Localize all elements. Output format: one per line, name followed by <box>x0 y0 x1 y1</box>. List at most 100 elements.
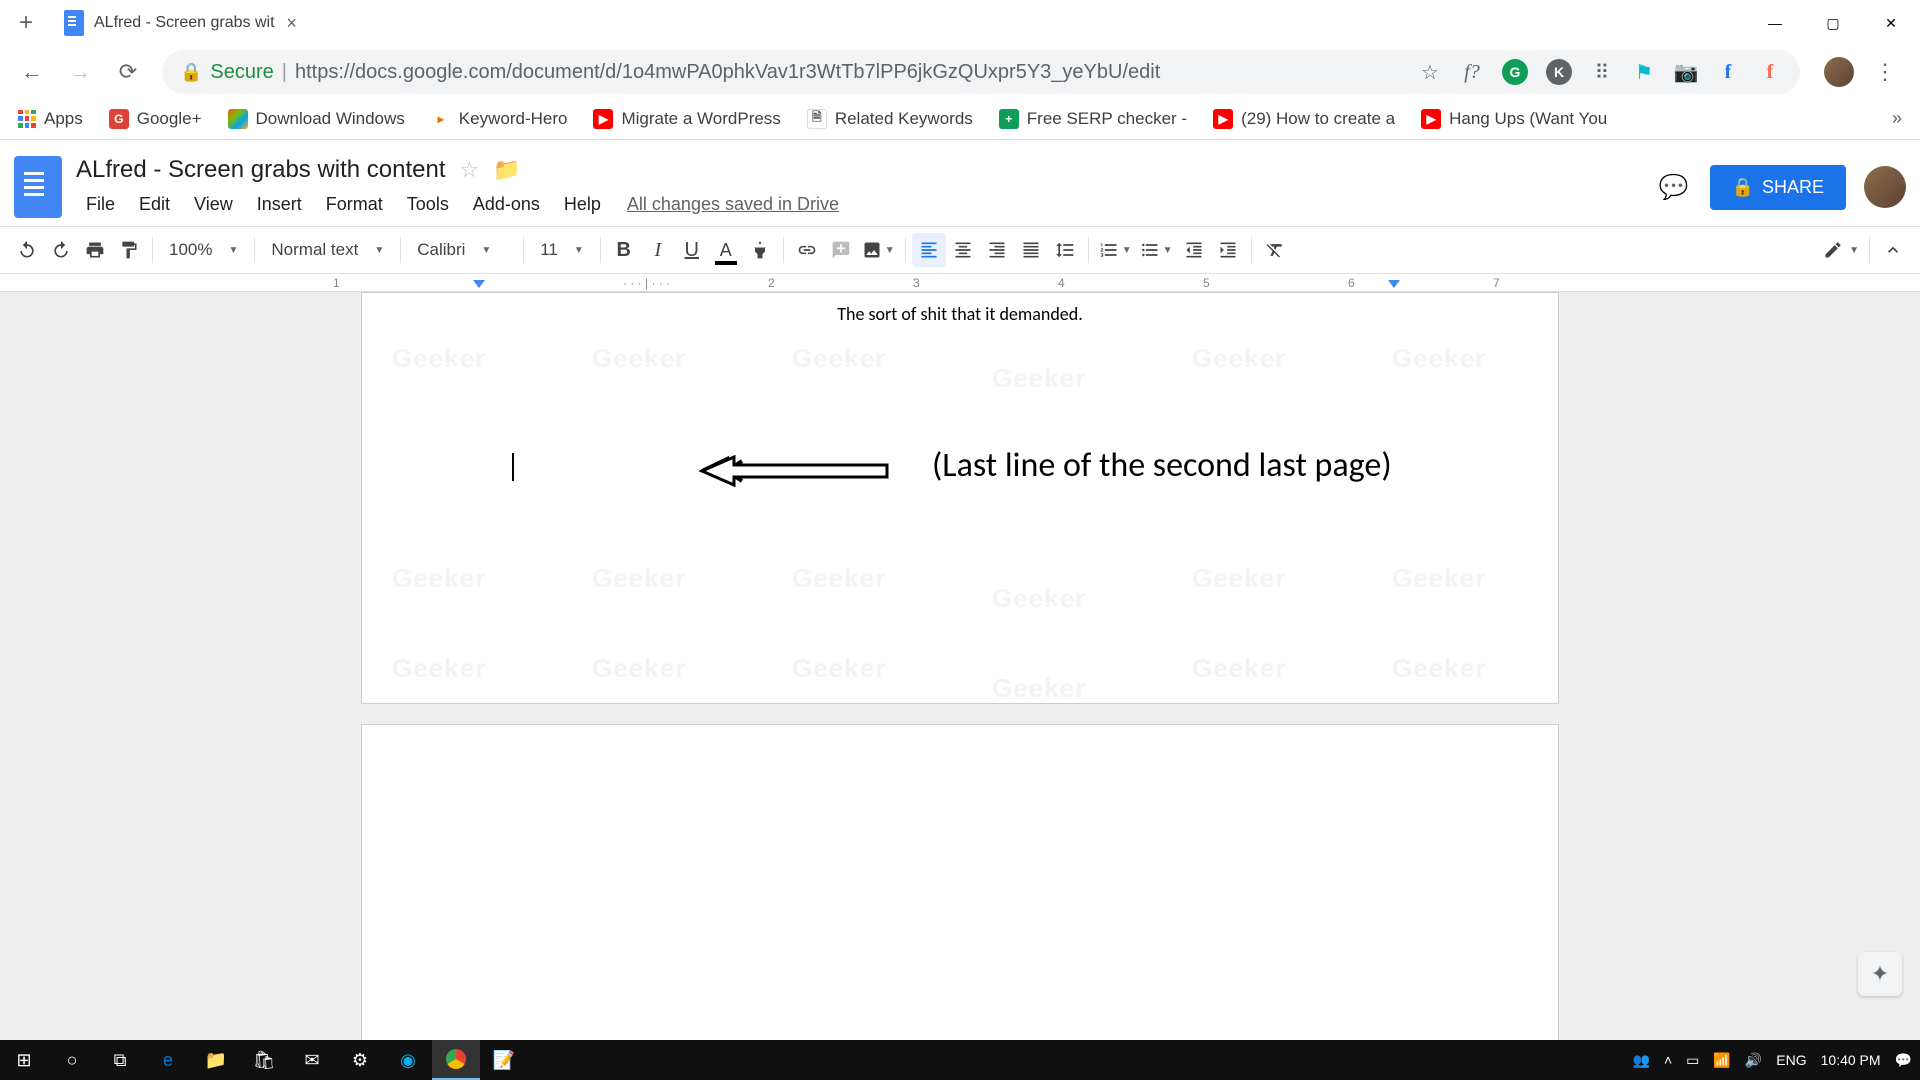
highlight-button[interactable] <box>743 233 777 267</box>
store-button[interactable]: 🛍 <box>240 1040 288 1080</box>
camera-icon[interactable]: 📷 <box>1674 60 1698 84</box>
bold-button[interactable]: B <box>607 233 641 267</box>
clock[interactable]: 10:40 PM <box>1821 1052 1881 1068</box>
user-avatar[interactable] <box>1864 166 1906 208</box>
bookmark-star-icon[interactable]: ☆ <box>1418 60 1442 84</box>
menu-tools[interactable]: Tools <box>397 190 459 219</box>
style-select[interactable]: Normal text▼ <box>261 233 394 267</box>
horizontal-ruler[interactable]: 1 · · · | · · · 2 3 4 5 6 7 <box>0 274 1920 292</box>
document-canvas[interactable]: Geeker Geeker Geeker Geeker Geeker Geeke… <box>0 292 1920 1044</box>
cortana-button[interactable]: ○ <box>48 1040 96 1080</box>
address-bar[interactable]: 🔒 Secure | https://docs.google.com/docum… <box>162 50 1800 94</box>
close-window-button[interactable]: ✕ <box>1862 3 1920 43</box>
save-status[interactable]: All changes saved in Drive <box>627 194 839 215</box>
reload-button[interactable]: ⟳ <box>108 52 148 92</box>
document-page[interactable]: Geeker Geeker Geeker Geeker Geeker Geeke… <box>361 292 1559 704</box>
insert-comment-button[interactable] <box>824 233 858 267</box>
grammarly-icon[interactable]: G <box>1502 59 1528 85</box>
skype-button[interactable]: ◉ <box>384 1040 432 1080</box>
facebook-icon[interactable]: f <box>1716 60 1740 84</box>
chrome-menu-icon[interactable]: ⋮ <box>1874 59 1896 85</box>
menu-view[interactable]: View <box>184 190 243 219</box>
align-justify-button[interactable] <box>1014 233 1048 267</box>
star-icon[interactable]: ☆ <box>460 157 480 183</box>
left-indent-marker[interactable] <box>473 280 485 288</box>
new-tab-button[interactable]: + <box>8 5 44 41</box>
browser-tab[interactable]: ALfred - Screen grabs wit × <box>52 3 309 43</box>
forward-button[interactable]: → <box>60 52 100 92</box>
align-center-button[interactable] <box>946 233 980 267</box>
zoom-select[interactable]: 100%▼ <box>159 233 248 267</box>
insert-image-button[interactable]: ▼ <box>858 233 899 267</box>
menu-file[interactable]: File <box>76 190 125 219</box>
bulleted-list-button[interactable]: ▼ <box>1136 233 1177 267</box>
language-indicator[interactable]: ENG <box>1776 1052 1806 1068</box>
folder-icon[interactable]: 📁 <box>493 157 520 183</box>
bookmark-hang-ups[interactable]: ▶Hang Ups (Want You <box>1421 109 1607 129</box>
document-title[interactable]: ALfred - Screen grabs with content <box>76 156 446 184</box>
editing-mode-button[interactable]: ▼ <box>1819 233 1863 267</box>
tab-close-icon[interactable]: × <box>287 13 298 34</box>
bookmark-download-windows[interactable]: Download Windows <box>228 109 405 129</box>
volume-icon[interactable]: 🔊 <box>1745 1052 1762 1069</box>
back-button[interactable]: ← <box>12 52 52 92</box>
task-view-button[interactable]: ⧉ <box>96 1040 144 1080</box>
menu-help[interactable]: Help <box>554 190 611 219</box>
battery-icon[interactable]: ▭ <box>1686 1052 1699 1069</box>
align-left-button[interactable] <box>912 233 946 267</box>
people-icon[interactable]: 👥 <box>1633 1052 1650 1069</box>
font-size-select[interactable]: 11▼ <box>530 233 594 267</box>
insert-link-button[interactable] <box>790 233 824 267</box>
explore-button[interactable]: ✦ <box>1858 952 1902 996</box>
undo-button[interactable] <box>10 233 44 267</box>
settings-button[interactable]: ⚙ <box>336 1040 384 1080</box>
share-button[interactable]: 🔒 SHARE <box>1710 165 1846 210</box>
numbered-list-button[interactable]: ▼ <box>1095 233 1136 267</box>
docs-logo-icon[interactable] <box>14 156 62 218</box>
tray-expand-icon[interactable]: ˄ <box>1664 1052 1672 1068</box>
bookmark-related-keywords[interactable]: 🗎Related Keywords <box>807 109 973 129</box>
extension-flag-icon[interactable]: ⚑ <box>1632 60 1656 84</box>
apps-shortcut[interactable]: Apps <box>18 109 83 129</box>
bookmark-google-plus[interactable]: GGoogle+ <box>109 109 202 129</box>
mail-button[interactable]: ✉ <box>288 1040 336 1080</box>
action-center-icon[interactable]: 💬 <box>1895 1052 1912 1069</box>
font-select[interactable]: Calibri▼ <box>407 233 517 267</box>
menu-edit[interactable]: Edit <box>129 190 180 219</box>
edge-button[interactable]: e <box>144 1040 192 1080</box>
file-explorer-button[interactable]: 📁 <box>192 1040 240 1080</box>
extension-grid-icon[interactable]: ⠿ <box>1590 60 1614 84</box>
bookmark-serp-checker[interactable]: +Free SERP checker - <box>999 109 1187 129</box>
extension-k-icon[interactable]: K <box>1546 59 1572 85</box>
wifi-icon[interactable]: 📶 <box>1713 1052 1730 1069</box>
line-spacing-button[interactable] <box>1048 233 1082 267</box>
decrease-indent-button[interactable] <box>1177 233 1211 267</box>
text-color-button[interactable]: A <box>709 233 743 267</box>
start-button[interactable]: ⊞ <box>0 1040 48 1080</box>
redo-button[interactable] <box>44 233 78 267</box>
menu-insert[interactable]: Insert <box>247 190 312 219</box>
align-right-button[interactable] <box>980 233 1014 267</box>
document-page[interactable] <box>361 724 1559 1044</box>
maximize-button[interactable]: ▢ <box>1804 3 1862 43</box>
bookmark-keyword-hero[interactable]: ▸Keyword-Hero <box>431 109 568 129</box>
extension-f-icon[interactable]: f <box>1758 60 1782 84</box>
menu-format[interactable]: Format <box>316 190 393 219</box>
underline-button[interactable]: U <box>675 233 709 267</box>
bookmark-how-to-create[interactable]: ▶(29) How to create a <box>1213 109 1395 129</box>
notepad-button[interactable]: 📝 <box>480 1040 528 1080</box>
chrome-profile-avatar[interactable] <box>1824 57 1854 87</box>
bookmark-migrate-wordpress[interactable]: ▶Migrate a WordPress <box>593 109 780 129</box>
collapse-toolbar-button[interactable] <box>1876 233 1910 267</box>
chrome-button[interactable] <box>432 1040 480 1080</box>
minimize-button[interactable]: — <box>1746 3 1804 43</box>
clear-formatting-button[interactable] <box>1258 233 1292 267</box>
paint-format-button[interactable] <box>112 233 146 267</box>
comments-icon[interactable]: 💬 <box>1656 169 1692 205</box>
font-hint-icon[interactable]: f? <box>1460 60 1484 84</box>
italic-button[interactable]: I <box>641 233 675 267</box>
right-indent-marker[interactable] <box>1388 280 1400 288</box>
print-button[interactable] <box>78 233 112 267</box>
menu-addons[interactable]: Add-ons <box>463 190 550 219</box>
increase-indent-button[interactable] <box>1211 233 1245 267</box>
